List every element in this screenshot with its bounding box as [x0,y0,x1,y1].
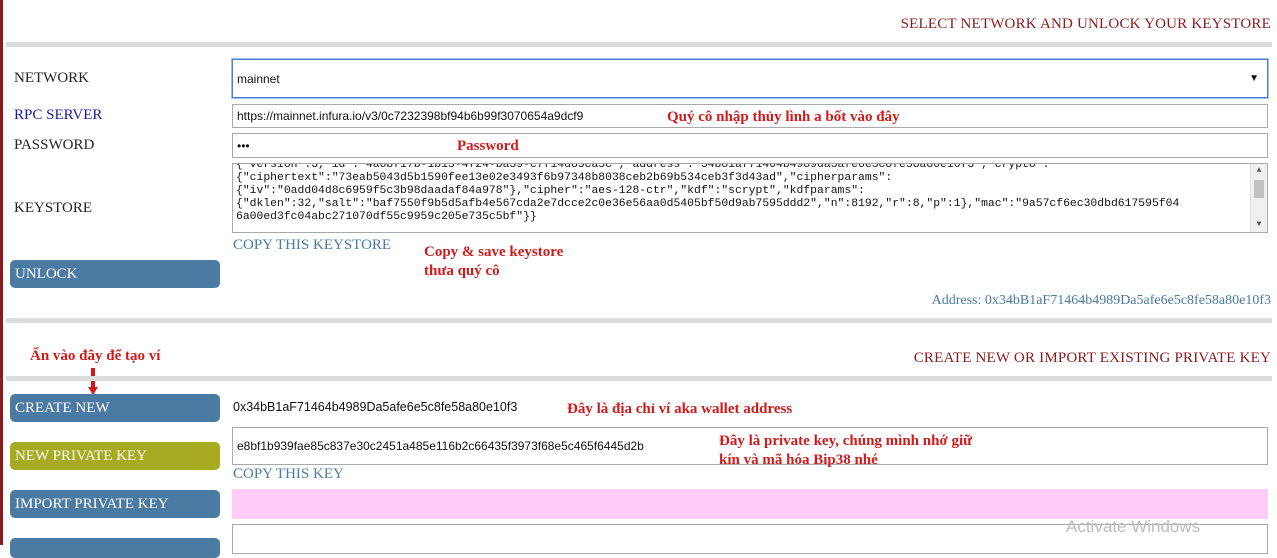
keystore-line: 6a00ed3fc04abc271070df55c9959c205e735c5b… [236,211,537,223]
keystore-line: {"ciphertext":"73eab5043d5b1590fee13e02e… [236,172,893,184]
import-private-key-input[interactable] [232,489,1268,519]
keystore-label: KEYSTORE [14,200,93,216]
rpc-server-value: https://mainnet.infura.io/v3/0c7232398bf… [237,109,584,123]
keystore-annotation-line1: Copy & save keystore [424,244,564,260]
password-label: PASSWORD [14,137,95,153]
scrollbar-thumb[interactable] [1254,180,1264,198]
network-select[interactable]: mainnet ▼ [232,59,1268,98]
keystore-annotation-line2: thưa quý cô [424,263,500,279]
private-key-annotation-line2: kín và mã hóa Bip38 nhé [719,452,878,468]
bottom-action-button[interactable] [10,538,220,558]
private-key-annotation: Đây là private key, chúng mình nhớ giữ k… [719,432,972,470]
red-arrow-icon [88,368,98,395]
copy-key-link[interactable]: COPY THIS KEY [233,466,344,483]
arrow-down-icon[interactable]: ▼ [1251,218,1267,232]
network-label: NETWORK [14,70,89,86]
new-private-key-button[interactable]: NEW PRIVATE KEY [10,442,220,470]
caret-down-icon: ▼ [1249,73,1259,84]
keystore-textarea[interactable]: {"version":3,"id":"4a6bf17b-1b15-4724-ba… [232,163,1268,233]
private-key-value: e8bf1b939fae85c837e30c2451a485e116b2c664… [237,439,644,453]
password-value: ••• [237,138,250,153]
section-divider-top [6,42,1272,47]
activate-windows-watermark: Activate Windows [1066,517,1201,536]
keystore-line: {"iv":"0add04d8c6959f5c3b98daadaf84a978"… [236,185,865,197]
network-section-title: SELECT NETWORK AND UNLOCK YOUR KEYSTORE [900,16,1271,32]
arrow-up-icon[interactable]: ▲ [1251,164,1267,178]
private-key-annotation-line1: Đây là private key, chúng mình nhớ giữ [719,433,973,449]
create-new-button[interactable]: CREATE NEW [10,394,220,422]
import-private-key-button[interactable]: IMPORT PRIVATE KEY [10,490,220,518]
section-divider-bottom [6,376,1272,381]
rpc-server-label: RPC SERVER [14,107,103,123]
section-divider-middle [6,318,1272,323]
password-input[interactable]: ••• [232,133,1268,158]
unlock-button[interactable]: UNLOCK [10,260,220,288]
private-key-section-title: CREATE NEW OR IMPORT EXISTING PRIVATE KE… [913,350,1271,366]
copy-keystore-link[interactable]: COPY THIS KEYSTORE [233,237,391,254]
keystore-line: {"version":3,"id":"4a6bf17b-1b15-4724-ba… [236,163,1050,171]
keystore-scrollbar[interactable]: ▲ ▼ [1250,164,1267,232]
keystore-line: {"dklen":32,"salt":"baf7550f9b5d5afb4e56… [236,198,1180,210]
rpc-annotation: Quý cô nhập thủy lình a bốt vào đây [667,109,900,125]
network-select-value: mainnet [237,71,280,86]
create-annotation: Ấn vào đây để tạo ví [30,348,161,364]
keystore-annotation: Copy & save keystore thưa quý cô [424,243,563,281]
wallet-address: 0x34bB1aF71464b4989Da5afe6e5c8fe58a80e10… [233,400,518,414]
unlocked-address: Address: 0x34bB1aF71464b4989Da5afe6e5c8f… [931,293,1271,308]
address-annotation: Đây là địa chỉ ví aka wallet address [567,401,793,417]
password-annotation: Password [457,138,519,154]
left-accent-border [0,0,3,545]
